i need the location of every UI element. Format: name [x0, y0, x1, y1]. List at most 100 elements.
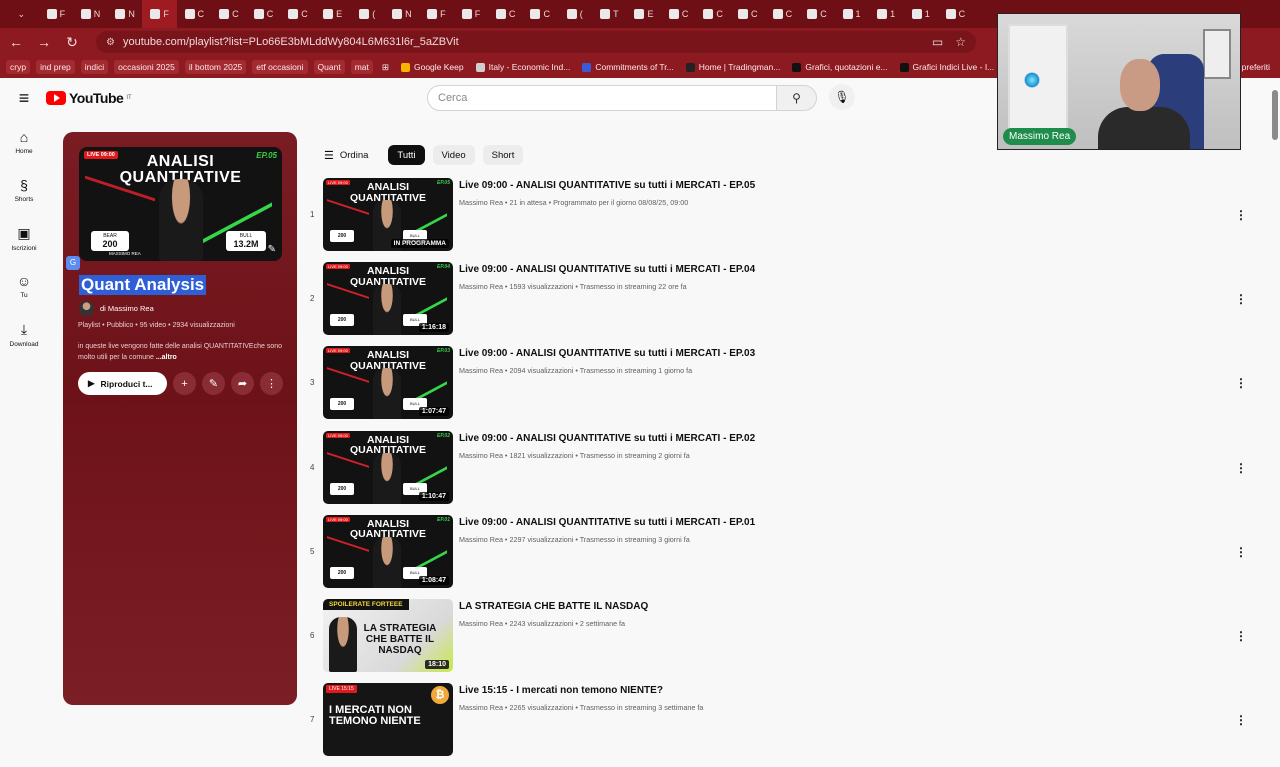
browser-tab[interactable]: C [212, 0, 247, 28]
browser-tab[interactable]: C [488, 0, 523, 28]
browser-tab[interactable]: C [696, 0, 731, 28]
video-title[interactable]: LA STRATEGIA CHE BATTE IL NASDAQ [459, 601, 648, 612]
back-icon[interactable]: ← [4, 30, 28, 54]
bookmark-folder[interactable]: cryp [6, 60, 31, 74]
video-channel[interactable]: Massimo Rea [459, 703, 503, 712]
browser-tab[interactable]: N [108, 0, 143, 28]
browser-tab[interactable]: F [142, 0, 177, 28]
browser-tab[interactable]: 1 [834, 0, 869, 28]
video-row[interactable]: 7 LIVE 15:15 ₿ I MERCATI NON TEMONO NIENTE L… [303, 683, 1263, 767]
bookmark-link[interactable]: Grafici, quotazioni e... [789, 62, 890, 72]
video-row[interactable]: 6 SPOILERATE FORTEEE LA STRATEGIA CHE BATT… [303, 598, 1263, 683]
video-channel[interactable]: Massimo Rea [459, 451, 503, 460]
playlist-thumbnail[interactable]: LIVE 09:00 EP.05 ANALISI QUANTITATIVE BEA… [79, 147, 282, 261]
bookmark-folder[interactable]: etf occasioni [252, 60, 308, 74]
video-channel[interactable]: Massimo Rea [459, 198, 503, 207]
bookmark-folder[interactable]: indici [80, 60, 109, 74]
google-lens-icon[interactable]: G [66, 256, 80, 270]
page-scrollbar[interactable] [1272, 90, 1278, 140]
browser-tab[interactable]: C [800, 0, 835, 28]
more-vertical-icon[interactable]: ⋮ [1235, 461, 1247, 475]
bookmark-star-icon[interactable]: ☆ [955, 35, 966, 49]
browser-tab[interactable]: 1 [903, 0, 938, 28]
bookmark-folder[interactable]: Quant [313, 60, 345, 74]
description-more-link[interactable]: ...altro [156, 354, 177, 361]
browser-tab[interactable]: N [73, 0, 108, 28]
play-all-button[interactable]: ▶ Riproduci t... [78, 372, 167, 395]
more-vertical-icon[interactable]: ⋮ [1235, 292, 1247, 306]
bookmark-link[interactable]: Home | Tradingman... [683, 62, 784, 72]
browser-tab[interactable]: C [661, 0, 696, 28]
video-thumbnail[interactable]: SPOILERATE FORTEEE LA STRATEGIA CHE BATTE… [323, 598, 453, 672]
video-row[interactable]: 2 LIVE 09:00 EP.04 ANALISI QUANTITATIVE 200 BU… [303, 262, 1263, 346]
video-channel[interactable]: Massimo Rea [459, 535, 503, 544]
bookmark-folder[interactable]: il bottom 2025 [184, 60, 247, 74]
filter-video[interactable]: Video [432, 145, 475, 165]
more-actions-button[interactable]: ⋮ [260, 372, 283, 395]
video-thumbnail[interactable]: LIVE 09:00 EP.04 ANALISI QUANTITATIVE 200 BUL… [323, 262, 453, 336]
search-button[interactable]: ⚲ [777, 85, 817, 111]
more-vertical-icon[interactable]: ⋮ [1235, 208, 1247, 222]
bookmarks-other-folder[interactable]: preferiti [1242, 62, 1280, 72]
video-title[interactable]: Live 09:00 - ANALISI QUANTITATIVE su tut… [459, 180, 755, 191]
bookmark-folder[interactable]: occasioni 2025 [114, 60, 179, 74]
video-row[interactable]: 3 LIVE 09:00 EP.03 ANALISI QUANTITATIVE 200 BU… [303, 346, 1263, 430]
rail-item-iscrizioni[interactable]: ▣ Iscrizioni [0, 214, 48, 262]
reload-icon[interactable]: ↻ [60, 30, 84, 54]
video-title[interactable]: Live 09:00 - ANALISI QUANTITATIVE su tut… [459, 348, 755, 359]
browser-tab[interactable]: C [246, 0, 281, 28]
video-thumbnail[interactable]: LIVE 09:00 EP.05 ANALISI QUANTITATIVE 200 BUL… [323, 178, 453, 251]
video-channel[interactable]: Massimo Rea [459, 366, 503, 375]
more-vertical-icon[interactable]: ⋮ [1235, 545, 1247, 559]
youtube-logo[interactable]: YouTube IT [46, 90, 132, 106]
video-title[interactable]: Live 15:15 - I mercati non temono NIENTE… [459, 685, 703, 696]
address-bar[interactable]: ⚙ youtube.com/playlist?list=PLo66E3bMLdd… [96, 31, 976, 53]
bookmark-link[interactable]: Google Keep [398, 62, 467, 72]
video-row[interactable]: 5 LIVE 09:00 EP.01 ANALISI QUANTITATIVE 200 BU… [303, 514, 1263, 599]
playlist-description[interactable]: in queste live vengono fatte delle anali… [78, 341, 283, 363]
rail-item-tu[interactable]: ☺ Tu [0, 262, 48, 310]
browser-tab[interactable]: C [938, 0, 973, 28]
bookmark-folder[interactable]: ind prep [36, 60, 75, 74]
browser-tab[interactable]: F [419, 0, 454, 28]
video-thumbnail[interactable]: LIVE 09:00 EP.01 ANALISI QUANTITATIVE 200 BUL… [323, 514, 453, 588]
video-thumbnail[interactable]: LIVE 09:00 EP.03 ANALISI QUANTITATIVE 200 BUL… [323, 346, 453, 420]
browser-tab[interactable]: C [730, 0, 765, 28]
video-thumbnail[interactable]: LIVE 09:00 EP.02 ANALISI QUANTITATIVE 200 BUL… [323, 430, 453, 504]
bookmark-link[interactable]: Commitments of Tr... [579, 62, 676, 72]
filter-short[interactable]: Short [482, 145, 524, 165]
video-channel[interactable]: Massimo Rea [459, 619, 503, 628]
browser-tab[interactable]: T [592, 0, 627, 28]
edit-playlist-button[interactable]: ✎ [202, 372, 225, 395]
tab-search-icon[interactable]: ⌄ [4, 0, 39, 28]
more-vertical-icon[interactable]: ⋮ [1235, 713, 1247, 727]
video-row[interactable]: 1 LIVE 09:00 EP.05 ANALISI QUANTITATIVE 200 BU… [303, 178, 1263, 262]
browser-tab[interactable]: C [523, 0, 558, 28]
forward-icon[interactable]: → [32, 30, 56, 54]
bookmark-link[interactable]: Italy - Economic Ind... [473, 62, 574, 72]
more-vertical-icon[interactable]: ⋮ [1235, 376, 1247, 390]
sort-button[interactable]: ☰ Ordina [324, 149, 368, 162]
playlist-title[interactable]: Quant Analysis [79, 275, 207, 295]
browser-tab[interactable]: ( [558, 0, 593, 28]
video-channel[interactable]: Massimo Rea [459, 282, 503, 291]
rail-item-download[interactable]: ⤓ Download [0, 310, 48, 358]
bookmark-link[interactable]: Grafici Indici Live - I... [897, 62, 998, 72]
browser-tab[interactable]: E [627, 0, 662, 28]
edit-thumbnail-icon[interactable]: ✎ [268, 244, 276, 255]
menu-icon[interactable]: ≡ [12, 88, 36, 109]
browser-tab[interactable]: C [765, 0, 800, 28]
rail-item-shorts[interactable]: § Shorts [0, 166, 48, 214]
site-info-icon[interactable]: ⚙ [106, 37, 115, 48]
browser-tab[interactable]: 1 [869, 0, 904, 28]
video-title[interactable]: Live 09:00 - ANALISI QUANTITATIVE su tut… [459, 433, 755, 444]
add-to-playlist-button[interactable]: + [173, 372, 196, 395]
voice-search-button[interactable]: 🎙 [829, 84, 855, 110]
bookmark-folder[interactable]: mat [350, 60, 373, 74]
apps-grid-icon[interactable]: ⊞ [379, 62, 392, 73]
search-input[interactable]: Cerca [427, 85, 777, 111]
rail-item-home[interactable]: ⌂ Home [0, 118, 48, 166]
video-title[interactable]: Live 09:00 - ANALISI QUANTITATIVE su tut… [459, 517, 755, 528]
playlist-owner[interactable]: di Massimo Rea [79, 301, 154, 316]
browser-tab[interactable]: F [39, 0, 74, 28]
